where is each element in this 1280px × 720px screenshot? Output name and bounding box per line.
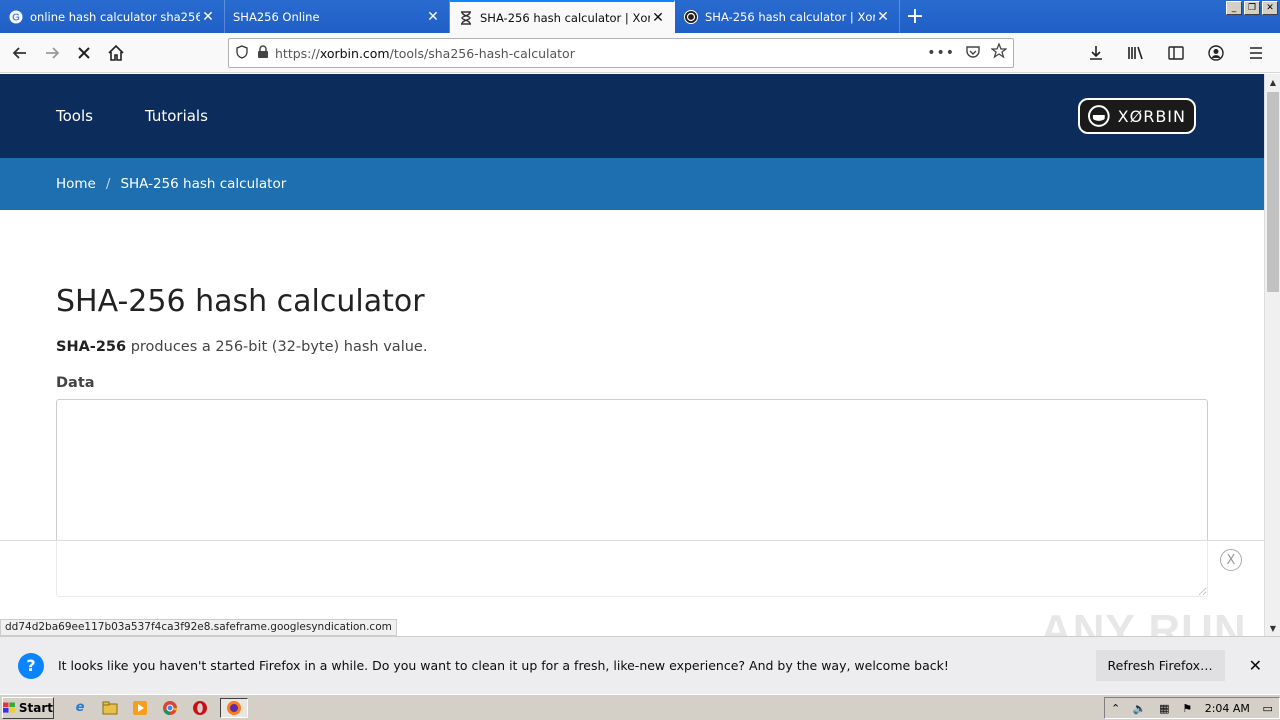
close-tab-icon[interactable]: ✕ bbox=[200, 9, 216, 25]
site-header: Tools Tutorials XØRBIN bbox=[0, 74, 1264, 158]
nav-link-tutorials[interactable]: Tutorials bbox=[145, 107, 208, 125]
show-desktop-icon[interactable]: ▭ bbox=[1263, 702, 1273, 715]
clock[interactable]: 2:04 AM bbox=[1205, 702, 1250, 715]
vertical-scrollbar[interactable]: ▲ ▼ bbox=[1264, 74, 1280, 636]
lock-icon[interactable] bbox=[257, 44, 269, 63]
restore-icon[interactable]: ❐ bbox=[1244, 1, 1260, 15]
status-url: dd74d2ba69ee117b03a537f4ca3f92e8.safefra… bbox=[0, 619, 397, 636]
description: SHA-256 produces a 256-bit (32-byte) has… bbox=[56, 339, 1208, 355]
url-path: /tools/sha256-hash-calculator bbox=[389, 45, 575, 61]
tab-xorbin[interactable]: SHA-256 hash calculator | Xorbin ✕ bbox=[675, 0, 900, 33]
forward-icon[interactable] bbox=[36, 37, 68, 69]
refresh-firefox-button[interactable]: Refresh Firefox… bbox=[1095, 650, 1225, 681]
downloads-icon[interactable] bbox=[1080, 37, 1112, 69]
close-notification-icon[interactable]: ✕ bbox=[1249, 656, 1262, 675]
google-icon: G bbox=[8, 9, 24, 25]
url-actions: ••• bbox=[927, 42, 1008, 63]
xorbin-icon bbox=[683, 9, 699, 25]
close-window-icon[interactable]: ✕ bbox=[1262, 1, 1278, 15]
url-prefix: https:// bbox=[275, 45, 320, 61]
more-actions-icon[interactable]: ••• bbox=[927, 45, 955, 61]
minimize-icon[interactable]: _ bbox=[1226, 1, 1242, 15]
toolbar-right bbox=[1080, 37, 1272, 69]
firefox-icon bbox=[227, 700, 241, 715]
explorer-icon[interactable] bbox=[100, 698, 120, 718]
media-player-icon[interactable] bbox=[130, 698, 150, 718]
description-bold: SHA-256 bbox=[56, 339, 127, 355]
notification-text: It looks like you haven't started Firefo… bbox=[58, 658, 949, 673]
question-icon: ? bbox=[18, 652, 44, 679]
account-icon[interactable] bbox=[1200, 37, 1232, 69]
hourglass-icon bbox=[458, 10, 474, 26]
tab-title: SHA-256 hash calculator | Xorbin bbox=[480, 10, 650, 25]
data-label: Data bbox=[56, 375, 95, 391]
ad-close-button[interactable]: X bbox=[1220, 549, 1242, 571]
nav-link-tools[interactable]: Tools bbox=[56, 107, 93, 125]
xorbin-logo[interactable]: XØRBIN bbox=[1078, 98, 1196, 134]
flag-icon[interactable]: ⚑ bbox=[1182, 702, 1192, 715]
description-rest: produces a 256-bit (32-byte) hash value. bbox=[126, 339, 428, 355]
ie-icon[interactable]: e bbox=[70, 698, 90, 718]
pocket-icon[interactable] bbox=[965, 44, 981, 63]
svg-text:G: G bbox=[12, 12, 20, 23]
window-controls: _ ❐ ✕ bbox=[1226, 1, 1278, 15]
menu-icon[interactable] bbox=[1240, 37, 1272, 69]
xorbin-logo-icon bbox=[1088, 105, 1110, 127]
page-title: SHA-256 hash calculator bbox=[56, 284, 425, 319]
scroll-down-icon[interactable]: ▼ bbox=[1265, 620, 1280, 636]
close-tab-icon[interactable]: ✕ bbox=[650, 10, 666, 26]
windows-logo-icon bbox=[3, 701, 15, 713]
breadcrumb: Home / SHA-256 hash calculator bbox=[0, 158, 1264, 210]
shield-icon[interactable] bbox=[235, 44, 249, 63]
tab-xorbin-active[interactable]: SHA-256 hash calculator | Xorbin ✕ bbox=[450, 0, 675, 33]
start-label: Start bbox=[18, 700, 53, 715]
chrome-icon[interactable] bbox=[160, 698, 180, 718]
breadcrumb-current: SHA-256 hash calculator bbox=[120, 176, 287, 192]
url-host: xorbin.com bbox=[319, 45, 390, 61]
stop-loading-icon[interactable] bbox=[68, 37, 100, 69]
scroll-up-icon[interactable]: ▲ bbox=[1265, 74, 1280, 90]
bookmark-star-icon[interactable] bbox=[990, 42, 1008, 63]
nav-bar: https://xorbin.com/tools/sha256-hash-cal… bbox=[0, 33, 1280, 73]
start-button[interactable]: Start bbox=[2, 696, 54, 719]
address-bar[interactable]: https://xorbin.com/tools/sha256-hash-cal… bbox=[228, 38, 1014, 68]
network-icon[interactable]: ▦ bbox=[1159, 702, 1169, 715]
logo-text: XØRBIN bbox=[1117, 106, 1186, 126]
tab-sha256-online[interactable]: SHA256 Online ✕ bbox=[225, 0, 450, 33]
system-tray: ⌃ 🔈 ▦ ⚑ 2:04 AM ▭ bbox=[1104, 697, 1280, 719]
firefox-taskbar-button[interactable] bbox=[220, 697, 248, 718]
back-icon[interactable] bbox=[4, 37, 36, 69]
quick-launch: e bbox=[70, 697, 248, 718]
close-tab-icon[interactable]: ✕ bbox=[875, 9, 891, 25]
tray-expand-icon[interactable]: ⌃ bbox=[1111, 702, 1120, 715]
breadcrumb-home[interactable]: Home bbox=[56, 176, 96, 192]
scrollbar-thumb[interactable] bbox=[1267, 92, 1279, 292]
volume-icon[interactable]: 🔈 bbox=[1133, 702, 1147, 715]
url-text[interactable]: https://xorbin.com/tools/sha256-hash-cal… bbox=[275, 46, 927, 61]
tab-title: online hash calculator sha256 - Se bbox=[30, 9, 200, 24]
notification-bar: ? It looks like you haven't started Fire… bbox=[0, 636, 1280, 694]
home-icon[interactable] bbox=[100, 37, 132, 69]
library-icon[interactable] bbox=[1120, 37, 1152, 69]
sidebar-icon[interactable] bbox=[1160, 37, 1192, 69]
opera-icon[interactable] bbox=[190, 698, 210, 718]
tab-google-search[interactable]: G online hash calculator sha256 - Se ✕ bbox=[0, 0, 225, 33]
tab-title: SHA-256 hash calculator | Xorbin bbox=[705, 9, 875, 24]
taskbar: Start e ⌃ 🔈 ▦ ⚑ 2:04 AM ▭ bbox=[0, 694, 1280, 720]
close-tab-icon[interactable]: ✕ bbox=[425, 9, 441, 25]
new-tab-button[interactable]: + bbox=[900, 0, 930, 33]
tab-title: SHA256 Online bbox=[233, 9, 320, 24]
tab-strip: G online hash calculator sha256 - Se ✕ S… bbox=[0, 0, 1280, 33]
breadcrumb-separator: / bbox=[105, 176, 111, 192]
